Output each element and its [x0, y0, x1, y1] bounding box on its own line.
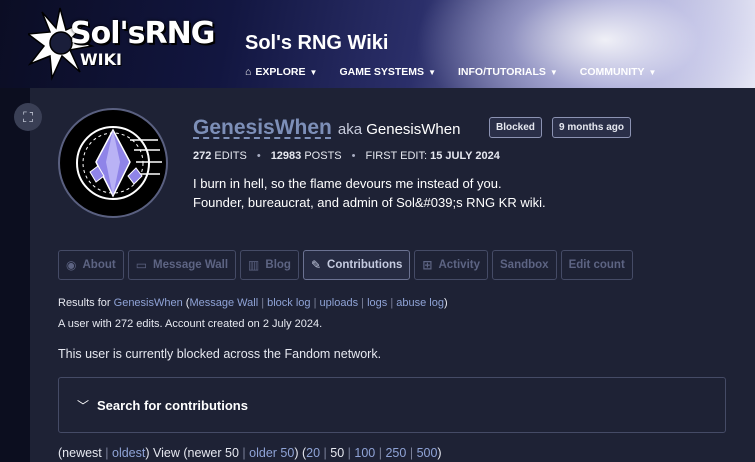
limit-100-link[interactable]: 100 [354, 446, 375, 460]
link-separator: | [361, 297, 364, 309]
link-separator: | [242, 446, 246, 460]
link-separator: | [323, 446, 327, 460]
tab-edit-count[interactable]: Edit count [560, 250, 633, 280]
tab-contributions-label: Contributions [327, 259, 403, 271]
book-icon: ▥ [248, 258, 260, 272]
oldest-link[interactable]: oldest [112, 446, 145, 460]
avatar-crystal-icon [76, 126, 162, 200]
older-link[interactable]: older 50 [249, 446, 294, 460]
first-edit-label: FIRST EDIT: [365, 150, 428, 162]
limit-20-link[interactable]: 20 [306, 446, 320, 460]
aka-label: aka [337, 121, 363, 138]
bio-line: I burn in hell, so the flame devours me … [193, 176, 502, 191]
nav-explore[interactable]: ⌂ EXPLORE ▼ [245, 66, 317, 78]
nav-community-label: COMMUNITY [579, 66, 645, 78]
aka-name: GenesisWhen [366, 121, 461, 138]
tab-blog[interactable]: ▥ Blog [240, 250, 299, 280]
abuse-log-link[interactable]: abuse log [396, 297, 444, 309]
stat-separator: • [351, 150, 356, 162]
avatar [58, 108, 168, 218]
bio-line: Founder, bureaucrat, and admin of Sol&#0… [193, 195, 546, 210]
link-separator: | [390, 297, 394, 309]
pagination: (newest | oldest) View (newer 50 | older… [58, 446, 442, 460]
tab-sandbox[interactable]: Sandbox [492, 250, 557, 280]
tab-about[interactable]: ◉ About [58, 250, 124, 280]
posts-value: 12983 [270, 150, 302, 162]
pencil-icon: ✎ [310, 258, 322, 272]
first-edit-value: 15 JULY 2024 [430, 150, 500, 162]
results-user-link[interactable]: GenesisWhen [114, 297, 183, 309]
nav-community[interactable]: COMMUNITY ▼ [580, 66, 657, 78]
message-icon: ▭ [135, 258, 148, 272]
view-newer-label: View (newer 50 [153, 446, 239, 460]
tab-contributions[interactable]: ✎ Contributions [302, 250, 411, 280]
link-separator: | [409, 446, 414, 460]
chevron-down-icon: ▼ [309, 67, 318, 77]
block-log-link[interactable]: block log [267, 297, 310, 309]
site-title[interactable]: Sol's RNG Wiki [245, 32, 389, 55]
results-prefix: Results for [58, 297, 111, 309]
chevron-down-icon: ﹀ [77, 398, 90, 413]
limit-250-link[interactable]: 250 [385, 446, 406, 460]
blocked-badge: Blocked [489, 117, 542, 138]
tab-edit-count-label: Edit count [568, 259, 625, 271]
tab-activity-label: Activity [438, 259, 480, 271]
tab-sandbox-label: Sandbox [500, 259, 549, 271]
left-rail [0, 88, 30, 462]
nav-game-systems-label: GAME SYSTEMS [339, 66, 425, 78]
fullscreen-button[interactable]: ⛶ [14, 103, 42, 131]
tab-message-wall-label: Message Wall [153, 259, 229, 271]
uploads-link[interactable]: uploads [320, 297, 359, 309]
link-separator: | [261, 297, 265, 309]
profile-bio: I burn in hell, so the flame devours me … [193, 174, 546, 212]
username-line: GenesisWhen aka GenesisWhen [193, 116, 460, 140]
message-wall-link[interactable]: Message Wall [189, 297, 258, 309]
chevron-down-icon: ▼ [428, 67, 436, 77]
link-separator: | [378, 446, 382, 460]
logo-wordmark: Sol'sRNG [70, 16, 215, 51]
tab-about-label: About [82, 259, 116, 271]
nav-info-tutorials-label: INFO/TUTORIALS [457, 66, 546, 78]
profile-stats: 272 EDITS • 12983 POSTS • FIRST EDIT: 15… [193, 150, 500, 162]
chevron-down-icon: ▼ [549, 67, 558, 77]
edits-value: 272 [193, 150, 212, 162]
username[interactable]: GenesisWhen [193, 116, 332, 140]
edits-label: EDITS [214, 150, 247, 162]
logo-subtitle: WIKI [80, 50, 122, 69]
tab-message-wall[interactable]: ▭ Message Wall [127, 250, 237, 280]
main-nav: ⌂ EXPLORE ▼ GAME SYSTEMS ▼ INFO/TUTORIAL… [245, 66, 656, 78]
edits-stat: 272 EDITS [193, 150, 247, 162]
profile-tabs: ◉ About ▭ Message Wall ▥ Blog ✎ Contribu… [58, 250, 633, 280]
search-contributions-label: Search for contributions [97, 397, 248, 413]
first-edit-stat: FIRST EDIT: 15 JULY 2024 [366, 150, 500, 162]
stat-separator: • [256, 150, 261, 162]
results-line: Results for GenesisWhen (Message Wall | … [58, 297, 448, 309]
aka-text: aka GenesisWhen [338, 121, 461, 138]
logs-link[interactable]: logs [367, 297, 387, 309]
link-separator: | [313, 297, 317, 309]
grid-icon: ⊞ [422, 258, 433, 272]
user-icon: ◉ [66, 258, 77, 272]
nav-info-tutorials[interactable]: INFO/TUTORIALS ▼ [458, 66, 558, 78]
account-created-text: A user with 272 edits. Account created o… [58, 318, 323, 330]
tab-activity[interactable]: ⊞ Activity [414, 250, 488, 280]
newest-label: newest [62, 446, 102, 460]
posts-stat: 12983 POSTS [271, 150, 342, 162]
search-contributions-toggle[interactable]: ﹀ Search for contributions [58, 377, 726, 433]
limit-50-current: 50 [330, 446, 345, 460]
nav-game-systems[interactable]: GAME SYSTEMS ▼ [339, 66, 436, 78]
limit-500-link[interactable]: 500 [417, 446, 438, 460]
tab-blog-label: Blog [265, 259, 291, 271]
chevron-down-icon: ▼ [648, 67, 657, 77]
nav-explore-label: EXPLORE [255, 66, 306, 78]
expand-icon: ⛶ [23, 108, 33, 125]
link-separator: | [347, 446, 351, 460]
posts-label: POSTS [304, 150, 342, 162]
blocked-notice: This user is currently blocked across th… [58, 347, 382, 361]
last-seen-badge: 9 months ago [552, 117, 632, 138]
link-separator: | [105, 446, 109, 460]
explore-icon: ⌂ [245, 66, 252, 78]
